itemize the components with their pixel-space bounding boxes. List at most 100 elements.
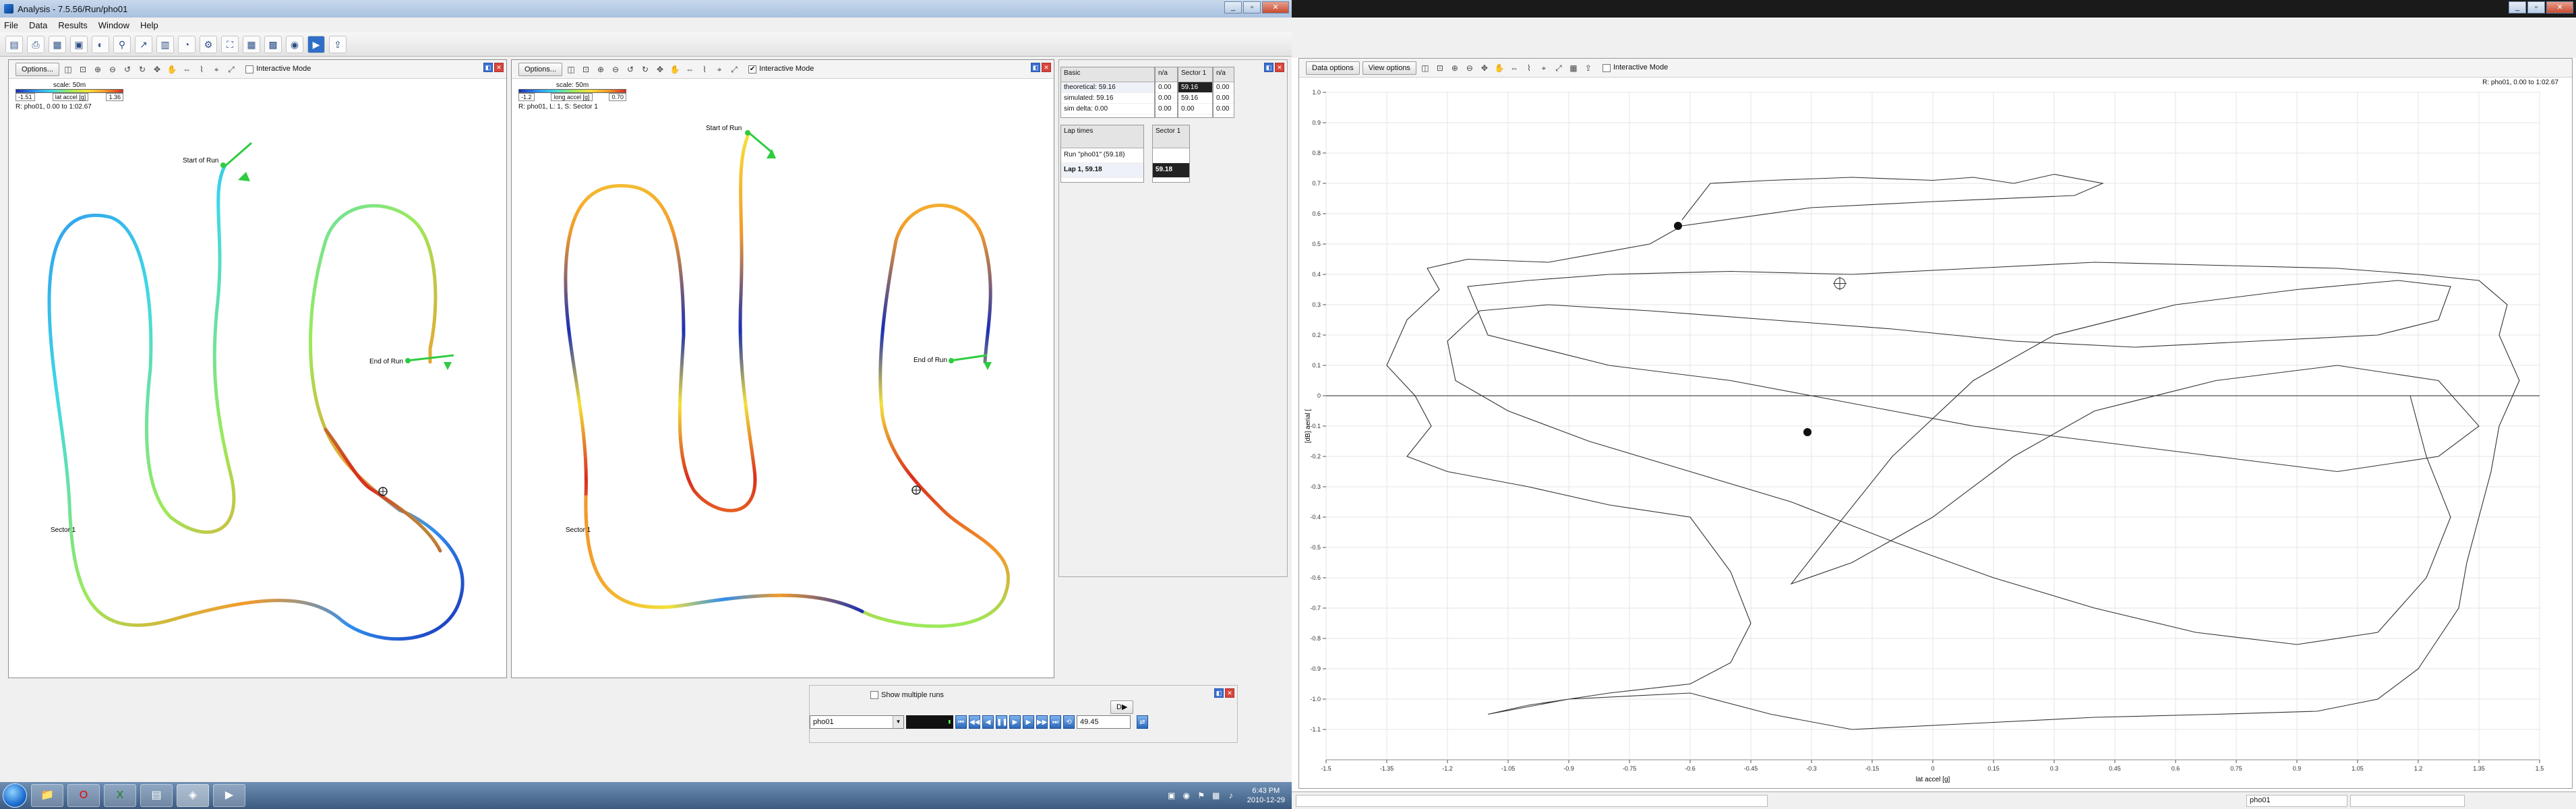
run-select[interactable]: pho01 ▼	[810, 715, 904, 729]
pan-icon[interactable]: ✥	[1478, 62, 1491, 74]
volume-icon[interactable]: ♪	[1226, 790, 1236, 801]
opera-icon[interactable]: O	[67, 784, 100, 807]
export-icon[interactable]: ⇪	[1582, 62, 1594, 74]
dock-icon[interactable]: ◧	[1214, 688, 1224, 698]
zoom-box-icon[interactable]: ⊡	[580, 63, 592, 76]
theoretical-row[interactable]: theoretical: 59.16	[1061, 82, 1154, 93]
excel-icon[interactable]: X	[104, 784, 136, 807]
dp-button[interactable]: D▶	[1110, 700, 1134, 714]
close-icon[interactable]: ✕	[2546, 1, 2573, 13]
tray-icon[interactable]: ◉	[1181, 790, 1192, 801]
menu-file[interactable]: File	[4, 20, 18, 30]
files-icon[interactable]: ▤	[140, 784, 173, 807]
panel-close-icon[interactable]: ✕	[1275, 63, 1284, 72]
map-icon[interactable]: ◐	[92, 35, 109, 53]
panel-close-icon[interactable]: ✕	[1225, 688, 1234, 698]
zoom-out-icon[interactable]: ⊖	[107, 63, 119, 76]
lap-times-header[interactable]: Lap times	[1061, 125, 1143, 148]
options-button-2[interactable]: Options...	[518, 62, 563, 76]
measure-icon[interactable]: ⇔	[181, 63, 193, 76]
export-icon[interactable]: ⇪	[329, 35, 347, 53]
show-multiple-toggle[interactable]: Show multiple runs	[870, 691, 944, 700]
zoom-box-icon[interactable]: ⊡	[1434, 62, 1446, 74]
rotate-left-icon[interactable]: ↺	[624, 63, 636, 76]
menu-results[interactable]: Results	[58, 20, 87, 30]
interactive-checkbox[interactable]	[245, 65, 254, 73]
simulated-row[interactable]: simulated: 59.16	[1061, 93, 1154, 104]
path-icon[interactable]: ⌇	[698, 63, 711, 76]
interactive-checkbox-2[interactable]: ✔	[748, 65, 757, 73]
analysis-app-icon[interactable]: ◈	[177, 784, 209, 807]
panel-close-icon[interactable]: ✕	[494, 63, 504, 72]
dock-icon[interactable]: ◧	[483, 63, 493, 72]
menu-data[interactable]: Data	[29, 20, 47, 30]
sync-icon[interactable]: ⇄	[1137, 715, 1148, 729]
panel-close-icon[interactable]: ✕	[1042, 63, 1051, 72]
document-icon[interactable]: ▦	[49, 35, 66, 53]
path-icon[interactable]: ⌇	[1523, 62, 1535, 74]
loop-icon[interactable]: ⟲	[1063, 715, 1075, 729]
maximize-icon[interactable]: ▫	[2527, 1, 2545, 13]
hand-icon[interactable]: ✋	[166, 63, 178, 76]
data-options-button[interactable]: Data options	[1306, 61, 1360, 75]
run-icon[interactable]: ⚲	[113, 35, 131, 53]
hand-icon[interactable]: ✋	[1493, 62, 1505, 74]
settings-icon[interactable]: ⚙	[200, 35, 217, 53]
clock[interactable]: 6:43 PM 2010-12-29	[1247, 786, 1285, 805]
play-icon[interactable]: ▶	[1009, 715, 1021, 729]
hand-icon[interactable]: ✋	[669, 63, 681, 76]
explorer-icon[interactable]: 📁	[31, 784, 63, 807]
video-icon[interactable]: ◉	[286, 35, 303, 53]
maximize-icon[interactable]: ▫	[1243, 1, 1261, 13]
zoom-in-icon[interactable]: ⊕	[92, 63, 104, 76]
chevron-down-icon[interactable]: ▼	[893, 716, 903, 728]
pan-icon[interactable]: ✥	[151, 63, 163, 76]
zoom-in-icon[interactable]: ⊕	[595, 63, 607, 76]
skip-start-icon[interactable]: ⏮	[955, 715, 967, 729]
marker-icon[interactable]: ⌖	[210, 63, 222, 76]
select-icon[interactable]: ◫	[565, 63, 577, 76]
print-icon[interactable]: ⎙	[27, 35, 44, 53]
dock-icon[interactable]: ◧	[1031, 63, 1040, 72]
measure-icon[interactable]: ⇔	[1508, 62, 1520, 74]
menu-help[interactable]: Help	[140, 20, 158, 30]
view-options-button[interactable]: View options	[1362, 61, 1416, 75]
close-icon[interactable]: ✕	[1262, 1, 1289, 13]
timeline-display[interactable]: ▮	[906, 715, 953, 729]
zoom-box-icon[interactable]: ⊡	[77, 63, 89, 76]
rotate-right-icon[interactable]: ↻	[639, 63, 651, 76]
lap-row[interactable]: Lap 1, 59.18	[1061, 163, 1143, 178]
marker-icon[interactable]: ⌖	[713, 63, 725, 76]
skip-end-icon[interactable]: ⏭	[1050, 715, 1061, 729]
zoom-out-icon[interactable]: ⊖	[1464, 62, 1476, 74]
tray-icon[interactable]: ⚑	[1196, 790, 1207, 801]
save-icon[interactable]: ▣	[70, 35, 88, 53]
minimize-icon[interactable]: _	[2509, 1, 2526, 13]
rewind-icon[interactable]: ◀◀	[969, 715, 980, 729]
interactive-mode-toggle-2[interactable]: ✔ Interactive Mode	[748, 65, 814, 73]
step-back-icon[interactable]: ◀	[982, 715, 994, 729]
table-icon[interactable]: ▦	[243, 35, 260, 53]
media-icon[interactable]: ▶	[213, 784, 245, 807]
play-icon[interactable]: ▶	[307, 35, 325, 53]
scatter-chart[interactable]: -1.5 -1.35 -1.2 -1.05 -0.9 -0.75 -0.6 -0.45 -0.3…	[1299, 86, 2567, 787]
rotate-right-icon[interactable]: ↻	[136, 63, 148, 76]
time-field[interactable]: 49.45	[1077, 715, 1131, 729]
rotate-left-icon[interactable]: ↺	[121, 63, 133, 76]
start-button[interactable]	[3, 783, 27, 808]
pause-icon[interactable]: ❚❚	[996, 715, 1008, 729]
dock-icon[interactable]: ◧	[1264, 63, 1274, 72]
zoom-out-icon[interactable]: ⊖	[609, 63, 622, 76]
minimize-icon[interactable]: _	[1224, 1, 1242, 13]
grid-icon[interactable]: ▦	[1567, 62, 1580, 74]
options-button[interactable]: Options...	[16, 62, 60, 76]
menu-window[interactable]: Window	[98, 20, 129, 30]
open-folder-icon[interactable]: ▤	[5, 35, 23, 53]
measure-icon[interactable]: ⇔	[684, 63, 696, 76]
network-icon[interactable]: ▦	[1211, 790, 1222, 801]
track-map-canvas-2[interactable]: Start of Run End of Run Sector 1	[512, 79, 1054, 678]
grid-icon[interactable]: ▩	[264, 35, 282, 53]
run-row[interactable]: Run "pho01" (59.18)	[1061, 148, 1143, 163]
fit-icon[interactable]: ⤢	[1553, 62, 1565, 74]
track-icon[interactable]: ⛶	[221, 35, 239, 53]
